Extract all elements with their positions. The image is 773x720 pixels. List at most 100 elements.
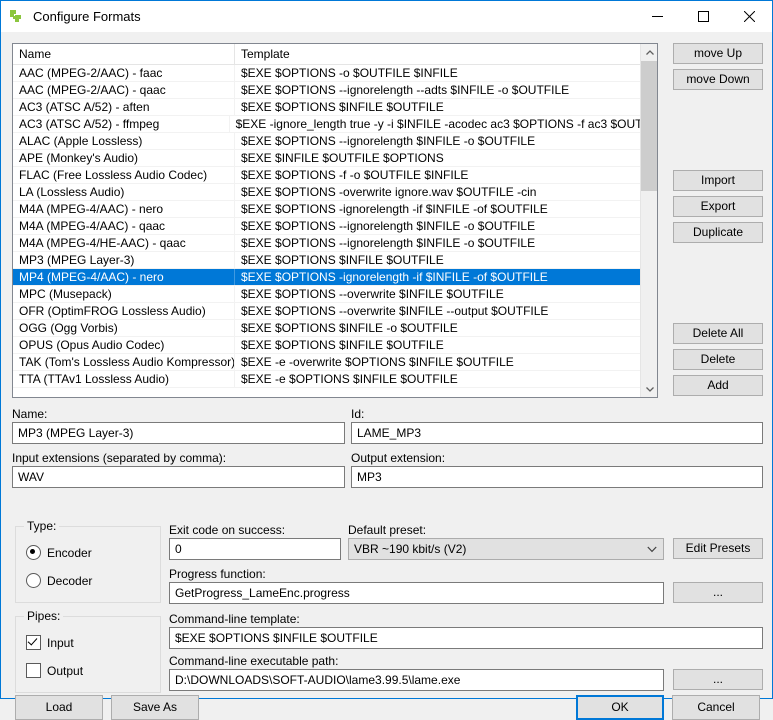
list-scrollbar[interactable] <box>640 44 657 397</box>
checkbox-pipes-input-icon <box>26 635 41 650</box>
table-row[interactable]: M4A (MPEG-4/HE-AAC) - qaac $EXE $OPTIONS … <box>13 235 657 252</box>
output-extension-input[interactable]: MP3 <box>351 466 763 488</box>
name-input[interactable]: MP3 (MPEG Layer-3) <box>12 422 345 444</box>
progress-function-input[interactable]: GetProgress_LameEnc.progress <box>169 582 664 604</box>
cell-name: MP4 (MPEG-4/AAC) - nero <box>13 269 235 285</box>
pipes-group: Pipes: Input Output <box>15 609 161 693</box>
cell-template: $EXE $OPTIONS --ignorelength $INFILE -o … <box>241 219 536 233</box>
cell-name: LA (Lossless Audio) <box>13 184 235 200</box>
cell-template: $EXE $OPTIONS --overwrite $INFILE $OUTFI… <box>241 287 504 301</box>
delete-button[interactable]: Delete <box>673 349 763 370</box>
command-line-template-input[interactable]: $EXE $OPTIONS $INFILE $OUTFILE <box>169 627 763 649</box>
radio-decoder[interactable]: Decoder <box>26 573 92 588</box>
default-preset-combobox[interactable]: VBR ~190 kbit/s (V2) <box>348 538 664 560</box>
type-group-label: Type: <box>24 519 60 533</box>
id-input[interactable]: LAME_MP3 <box>351 422 763 444</box>
pipes-group-label: Pipes: <box>24 609 64 623</box>
duplicate-button[interactable]: Duplicate <box>673 222 763 243</box>
name-label: Name: <box>12 407 48 421</box>
exit-code-label: Exit code on success: <box>169 523 286 537</box>
cell-template: $EXE $OPTIONS -o $OUTFILE $INFILE <box>241 66 458 80</box>
move-up-button[interactable]: move Up <box>673 43 763 64</box>
move-down-button[interactable]: move Down <box>673 69 763 90</box>
cell-name: ALAC (Apple Lossless) <box>13 133 235 149</box>
export-button[interactable]: Export <box>673 196 763 217</box>
formats-list[interactable]: Name Template AAC (MPEG-2/AAC) - faac $EX… <box>12 43 658 398</box>
table-row[interactable]: TTA (TTAv1 Lossless Audio) $EXE -e $OPTIO… <box>13 371 657 388</box>
column-header-template[interactable]: Template <box>235 44 657 64</box>
table-row[interactable]: M4A (MPEG-4/AAC) - nero $EXE $OPTIONS -ig… <box>13 201 657 218</box>
cell-template: $EXE $OPTIONS --ignorelength $INFILE -o … <box>241 236 536 250</box>
table-row[interactable]: ALAC (Apple Lossless) $EXE $OPTIONS --ign… <box>13 133 657 150</box>
import-button[interactable]: Import <box>673 170 763 191</box>
table-row[interactable]: LA (Lossless Audio) $EXE $OPTIONS -overwr… <box>13 184 657 201</box>
input-extensions-label: Input extensions (separated by comma): <box>12 451 227 465</box>
table-row[interactable]: APE (Monkey's Audio) $EXE $INFILE $OUTFIL… <box>13 150 657 167</box>
scroll-down-icon[interactable] <box>641 380 657 397</box>
progress-function-label: Progress function: <box>169 567 266 581</box>
scrollbar-thumb[interactable] <box>641 61 657 191</box>
list-header: Name Template <box>13 44 657 65</box>
cell-template: $EXE $INFILE $OUTFILE $OPTIONS <box>241 151 444 165</box>
table-row[interactable]: OGG (Ogg Vorbis) $EXE $OPTIONS $INFILE -o… <box>13 320 657 337</box>
cell-name: TAK (Tom's Lossless Audio Kompressor) <box>13 354 235 370</box>
checkbox-pipes-output[interactable]: Output <box>26 663 83 678</box>
cell-name: MPC (Musepack) <box>13 286 235 302</box>
table-row[interactable]: AC3 (ATSC A/52) - ffmpeg $EXE -ignore_len… <box>13 116 657 133</box>
progress-function-browse-button[interactable]: ... <box>673 582 763 603</box>
maximize-button[interactable] <box>680 1 726 32</box>
cell-template: $EXE $OPTIONS --overwrite $INFILE --outp… <box>241 304 549 318</box>
table-row[interactable]: OFR (OptimFROG Lossless Audio) $EXE $OPTI… <box>13 303 657 320</box>
command-line-path-label: Command-line executable path: <box>169 654 339 668</box>
cell-name: M4A (MPEG-4/HE-AAC) - qaac <box>13 235 235 251</box>
close-button[interactable] <box>726 1 772 32</box>
checkbox-pipes-input[interactable]: Input <box>26 635 74 650</box>
command-line-path-browse-button[interactable]: ... <box>673 669 763 690</box>
table-row[interactable]: TAK (Tom's Lossless Audio Kompressor) $EX… <box>13 354 657 371</box>
table-row[interactable]: FLAC (Free Lossless Audio Codec) $EXE $OP… <box>13 167 657 184</box>
cell-name: OGG (Ogg Vorbis) <box>13 320 235 336</box>
cell-template: $EXE -ignore_length true -y -i $INFILE -… <box>235 117 657 131</box>
cell-name: TTA (TTAv1 Lossless Audio) <box>13 371 235 387</box>
cell-name: AC3 (ATSC A/52) - ffmpeg <box>13 116 230 132</box>
cell-template: $EXE -e -overwrite $OPTIONS $INFILE $OUT… <box>241 355 514 369</box>
window-title: Configure Formats <box>33 9 141 24</box>
checkbox-pipes-input-label: Input <box>47 635 74 650</box>
cell-name: APE (Monkey's Audio) <box>13 150 235 166</box>
exit-code-input[interactable]: 0 <box>169 538 341 560</box>
command-line-path-input[interactable]: D:\DOWNLOADS\SOFT-AUDIO\lame3.99.5\lame.… <box>169 669 664 691</box>
cell-template: $EXE $OPTIONS -f -o $OUTFILE $INFILE <box>241 168 469 182</box>
table-row[interactable]: M4A (MPEG-4/AAC) - qaac $EXE $OPTIONS --i… <box>13 218 657 235</box>
cell-name: M4A (MPEG-4/AAC) - nero <box>13 201 235 217</box>
cell-template: $EXE $OPTIONS -ignorelength -if $INFILE … <box>241 202 548 216</box>
cell-template: $EXE $OPTIONS $INFILE $OUTFILE <box>241 338 444 352</box>
scroll-up-icon[interactable] <box>641 44 657 61</box>
input-extensions-input[interactable]: WAV <box>12 466 345 488</box>
minimize-button[interactable] <box>634 1 680 32</box>
cell-name: OFR (OptimFROG Lossless Audio) <box>13 303 235 319</box>
default-preset-label: Default preset: <box>348 523 427 537</box>
delete-all-button[interactable]: Delete All <box>673 323 763 344</box>
table-row[interactable]: AAC (MPEG-2/AAC) - qaac $EXE $OPTIONS --i… <box>13 82 657 99</box>
cell-name: M4A (MPEG-4/AAC) - qaac <box>13 218 235 234</box>
radio-encoder[interactable]: Encoder <box>26 545 92 560</box>
table-row[interactable]: OPUS (Opus Audio Codec) $EXE $OPTIONS $IN… <box>13 337 657 354</box>
cell-template: $EXE $OPTIONS -overwrite ignore.wav $OUT… <box>241 185 537 199</box>
table-row[interactable]: MP4 (MPEG-4/AAC) - nero $EXE $OPTIONS -ig… <box>13 269 657 286</box>
chevron-down-icon <box>647 539 657 559</box>
table-row[interactable]: MPC (Musepack) $EXE $OPTIONS --overwrite … <box>13 286 657 303</box>
add-button[interactable]: Add <box>673 375 763 396</box>
checkbox-pipes-output-icon <box>26 663 41 678</box>
type-group: Type: Encoder Decoder <box>15 519 161 603</box>
list-rows: AAC (MPEG-2/AAC) - faac $EXE $OPTIONS -o … <box>13 65 657 397</box>
edit-presets-button[interactable]: Edit Presets <box>673 538 763 559</box>
table-row[interactable]: AC3 (ATSC A/52) - aften $EXE $OPTIONS $IN… <box>13 99 657 116</box>
table-row[interactable]: AAC (MPEG-2/AAC) - faac $EXE $OPTIONS -o … <box>13 65 657 82</box>
column-header-name[interactable]: Name <box>13 44 235 64</box>
cell-template: $EXE $OPTIONS $INFILE $OUTFILE <box>241 100 444 114</box>
cell-template: $EXE $OPTIONS --ignorelength --adts $INF… <box>241 83 570 97</box>
table-row[interactable]: MP3 (MPEG Layer-3) $EXE $OPTIONS $INFILE … <box>13 252 657 269</box>
default-preset-value: VBR ~190 kbit/s (V2) <box>354 542 467 556</box>
checkbox-pipes-output-label: Output <box>47 663 84 678</box>
puzzle-icon <box>9 9 25 25</box>
